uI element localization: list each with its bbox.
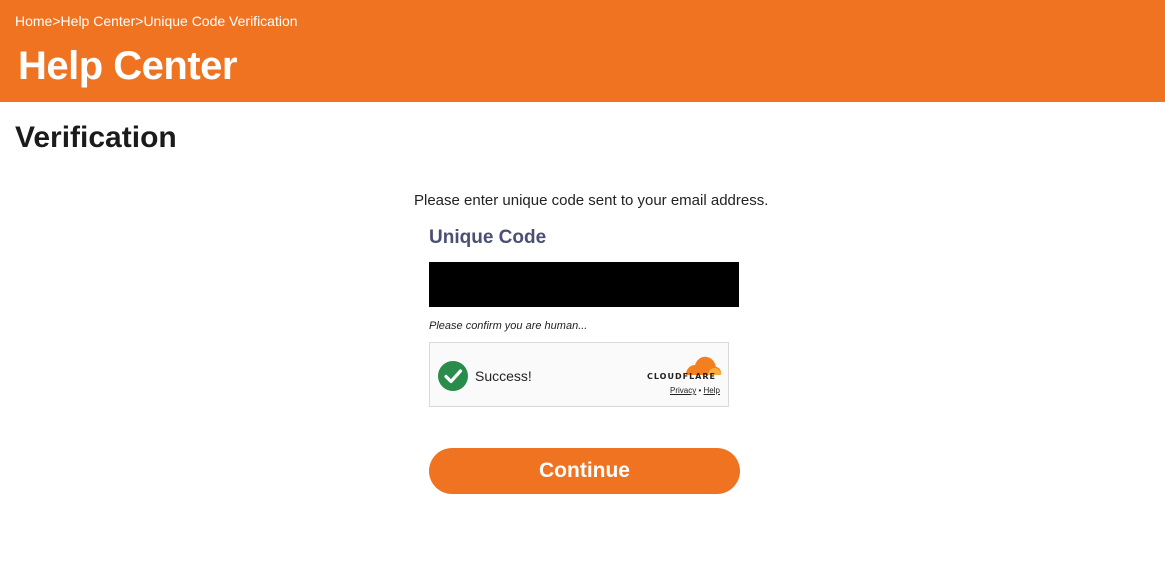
captcha-status: Success! [475,368,532,384]
breadcrumb-home[interactable]: Home [15,13,52,29]
breadcrumb-separator: > [52,13,61,29]
header-title: Help Center [18,44,238,88]
captcha-links: Privacy • Help [670,386,720,395]
breadcrumb-current: Unique Code Verification [143,13,298,29]
breadcrumb: Home>Help Center>Unique Code Verificatio… [15,13,298,29]
continue-button[interactable]: Continue [429,448,740,494]
link-separator: • [698,386,702,395]
page-title: Verification [15,121,177,154]
human-confirm-note: Please confirm you are human... [429,320,588,332]
instruction-text: Please enter unique code sent to your em… [414,192,769,209]
captcha-widget[interactable]: Success! CLOUDFLARE Privacy • Help [429,342,729,407]
check-circle-icon [438,361,468,391]
cloudflare-wordmark: CLOUDFLARE [647,372,716,381]
help-link[interactable]: Help [704,386,720,395]
site-header: Home>Help Center>Unique Code Verificatio… [0,0,1165,102]
unique-code-label: Unique Code [429,227,547,248]
privacy-link[interactable]: Privacy [670,386,696,395]
breadcrumb-help-center[interactable]: Help Center [61,13,136,29]
unique-code-input[interactable] [429,262,739,307]
